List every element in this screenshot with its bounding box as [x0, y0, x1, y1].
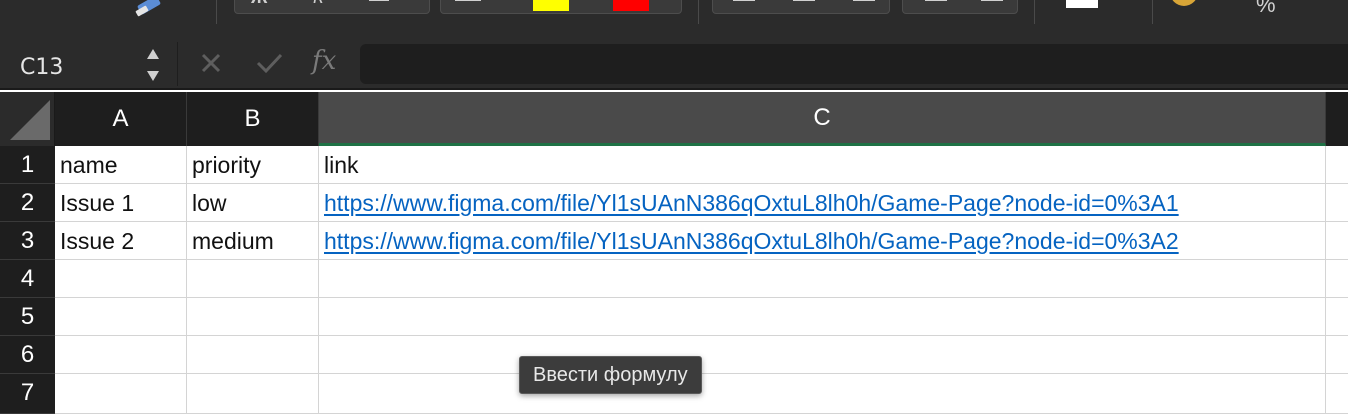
cell-d4[interactable] [1326, 260, 1348, 298]
column-header-d[interactable] [1326, 92, 1348, 146]
cell-a2[interactable]: Issue 1 [55, 184, 187, 222]
check-icon[interactable] [254, 48, 284, 78]
cell-b4[interactable] [187, 260, 319, 298]
cell-b6[interactable] [187, 336, 319, 374]
row-header-3[interactable]: 3 [0, 222, 55, 260]
formula-bar: C13 fx [0, 38, 1348, 90]
cell-c1[interactable]: link [319, 146, 1326, 184]
name-box-value: C13 [20, 55, 64, 80]
cell-d7[interactable] [1326, 374, 1348, 414]
cell-b7[interactable] [187, 374, 319, 414]
fill-group[interactable] [440, 0, 682, 14]
ribbon-separator [1034, 0, 1035, 24]
currency-icon[interactable] [1170, 0, 1198, 6]
cell-a4[interactable] [55, 260, 187, 298]
cell-c5[interactable] [319, 298, 1326, 336]
align-left-button[interactable] [733, 0, 755, 1]
cell-c7[interactable] [319, 374, 1326, 414]
cell-d1[interactable] [1326, 146, 1348, 184]
decrease-indent-button[interactable] [925, 0, 947, 1]
row-header-6[interactable]: 6 [0, 336, 55, 374]
select-all-button[interactable] [0, 92, 55, 146]
cell-b5[interactable] [187, 298, 319, 336]
font-style-group[interactable]: Ж К [234, 0, 430, 14]
row-header-7[interactable]: 7 [0, 374, 55, 414]
cancel-icon[interactable] [196, 48, 226, 78]
format-painter-icon[interactable] [134, 0, 168, 22]
cell-d3[interactable] [1326, 222, 1348, 260]
insert-function-button[interactable]: fx [312, 46, 336, 76]
formula-input[interactable] [360, 44, 1348, 84]
cell-c6[interactable] [319, 336, 1326, 374]
align-group[interactable] [712, 0, 890, 14]
increase-indent-button[interactable] [981, 0, 1003, 1]
cell-c4[interactable] [319, 260, 1326, 298]
ribbon-separator [216, 0, 217, 24]
cell-b3[interactable]: medium [187, 222, 319, 260]
select-all-triangle-icon [10, 100, 50, 140]
row-header-1[interactable]: 1 [0, 146, 55, 184]
name-box[interactable]: C13 [0, 42, 178, 86]
cell-d6[interactable] [1326, 336, 1348, 374]
cell-a1[interactable]: name [55, 146, 187, 184]
cell-b1[interactable]: priority [187, 146, 319, 184]
border-button[interactable] [455, 0, 481, 1]
cell-d2[interactable] [1326, 184, 1348, 222]
align-center-button[interactable] [793, 0, 815, 1]
column-header-b[interactable]: B [187, 92, 319, 146]
font-color-button[interactable] [613, 0, 649, 11]
indent-group[interactable] [902, 0, 1018, 14]
ribbon-separator [698, 0, 699, 24]
cell-a3[interactable]: Issue 2 [55, 222, 187, 260]
highlight-color-button[interactable] [533, 0, 569, 11]
ribbon-separator [1152, 0, 1153, 24]
cell-a6[interactable] [55, 336, 187, 374]
cell-c2-hyperlink[interactable]: https://www.figma.com/file/Yl1sUAnN386qO… [319, 184, 1326, 222]
ribbon-toolbar: Ж К % [0, 0, 1348, 38]
column-header-a[interactable]: A [55, 92, 187, 146]
bold-button[interactable]: Ж [251, 0, 267, 8]
cell-d5[interactable] [1326, 298, 1348, 336]
underline-button[interactable] [369, 0, 389, 1]
row-header-4[interactable]: 4 [0, 260, 55, 298]
align-right-button[interactable] [853, 0, 875, 1]
column-header-c[interactable]: C [319, 92, 1326, 146]
name-box-stepper-icon[interactable] [142, 45, 164, 85]
wrap-text-icon[interactable] [1066, 0, 1098, 8]
row-header-5[interactable]: 5 [0, 298, 55, 336]
cell-b2[interactable]: low [187, 184, 319, 222]
row-header-2[interactable]: 2 [0, 184, 55, 222]
cell-c3-hyperlink[interactable]: https://www.figma.com/file/Yl1sUAnN386qO… [319, 222, 1326, 260]
insert-function-tooltip: Ввести формулу [519, 356, 702, 394]
percent-button[interactable]: % [1256, 0, 1276, 18]
cell-a7[interactable] [55, 374, 187, 414]
cell-a5[interactable] [55, 298, 187, 336]
italic-button[interactable]: К [313, 0, 324, 8]
